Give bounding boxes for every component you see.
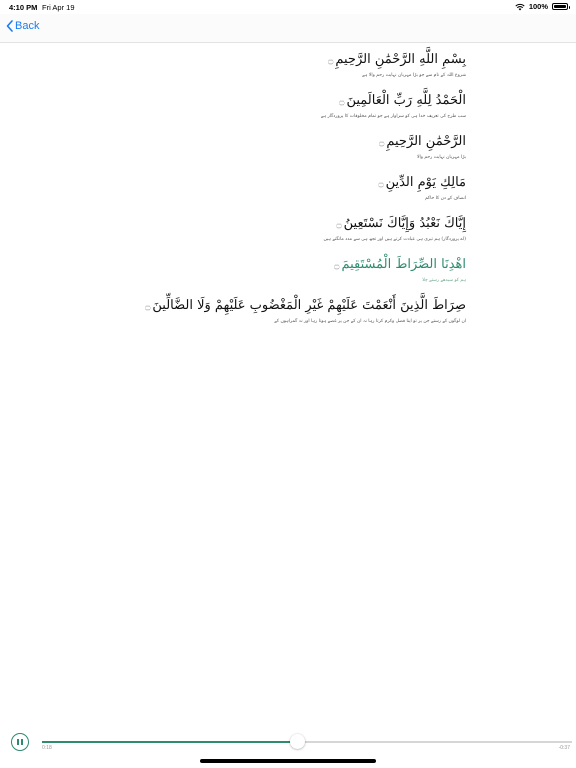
verse-arabic: مَالِكِ يَوْمِ الدِّينِ۝ (26, 173, 466, 194)
nav-bar: Back (0, 14, 576, 43)
time-elapsed: 0:18 (42, 745, 52, 751)
battery-percent: 100% (528, 2, 548, 11)
verse-item[interactable]: إِيَّاكَ نَعْبُدُ وَإِيَّاكَ نَسْتَعِينُ… (26, 214, 466, 243)
verse-item[interactable]: صِرَاطَ الَّذِينَ أَنْعَمْتَ عَلَيْهِمْ … (26, 296, 466, 325)
verse-translation: ان لوگوں کے رستے جن پر تو اپنا فضل وکرم … (274, 319, 466, 324)
progress-fill (42, 741, 298, 743)
verse-arabic-text: صِرَاطَ الَّذِينَ أَنْعَمْتَ عَلَيْهِمْ … (152, 298, 466, 313)
home-indicator (200, 759, 376, 763)
ayah-end-icon: ۝ (339, 97, 345, 107)
verse-arabic-text: مَالِكِ يَوْمِ الدِّينِ (385, 175, 466, 190)
verse-translation: (اے پروردگار) ہم تیری ہی عبادت کرتے ہیں … (323, 237, 466, 242)
verse-translation: سب طرح کی تعریف خدا ہی کو سزاوار ہے جو ت… (320, 114, 466, 119)
status-date: Fri Apr 19 (42, 3, 75, 12)
battery-icon (552, 3, 570, 10)
ayah-end-icon: ۝ (328, 56, 334, 66)
status-time: 4:10 PM (9, 3, 38, 12)
ayah-end-icon: ۝ (336, 220, 342, 230)
verse-arabic: صِرَاطَ الَّذِينَ أَنْعَمْتَ عَلَيْهِمْ … (26, 296, 466, 317)
ayah-end-icon: ۝ (334, 261, 340, 271)
status-indicators: 100% (515, 2, 570, 11)
verse-item-active[interactable]: اهْدِنَا الصِّرَاطَ الْمُسْتَقِيمَ۝ ہم ک… (26, 255, 466, 284)
back-button[interactable]: Back (6, 20, 39, 32)
verse-arabic: الرَّحْمَٰنِ الرَّحِيمِ۝ (26, 132, 466, 153)
progress-slider[interactable] (42, 734, 572, 749)
verse-item[interactable]: الرَّحْمَٰنِ الرَّحِيمِ۝ بڑا مہربان نہای… (26, 132, 466, 161)
verse-translation: شروع اللہ کے نام سے جو بڑا مہربان نہایت … (362, 73, 466, 78)
verse-list: بِسْمِ اللَّهِ الرَّحْمَٰنِ الرَّحِيمِ۝ … (26, 50, 466, 337)
verse-arabic: اهْدِنَا الصِّرَاطَ الْمُسْتَقِيمَ۝ (26, 255, 466, 276)
progress-thumb[interactable] (290, 734, 306, 749)
pause-button[interactable] (11, 733, 29, 751)
verse-arabic-text: بِسْمِ اللَّهِ الرَّحْمَٰنِ الرَّحِيمِ (335, 52, 466, 67)
audio-player: 0:18 -0:37 (0, 728, 576, 758)
ayah-end-icon: ۝ (378, 179, 384, 189)
verse-arabic-text: الرَّحْمَٰنِ الرَّحِيمِ (386, 134, 466, 149)
verse-item[interactable]: بِسْمِ اللَّهِ الرَّحْمَٰنِ الرَّحِيمِ۝ … (26, 50, 466, 79)
verse-item[interactable]: مَالِكِ يَوْمِ الدِّينِ۝ انصاف کے دن کا … (26, 173, 466, 202)
verse-arabic: بِسْمِ اللَّهِ الرَّحْمَٰنِ الرَّحِيمِ۝ (26, 50, 466, 71)
verse-translation: ہم کو سیدھے رستے چلا (422, 278, 466, 283)
verse-arabic: الْحَمْدُ لِلَّهِ رَبِّ الْعَالَمِينَ۝ (26, 91, 466, 112)
verse-arabic-text: إِيَّاكَ نَعْبُدُ وَإِيَّاكَ نَسْتَعِينُ (343, 216, 466, 231)
wifi-icon (515, 3, 525, 11)
verse-translation: انصاف کے دن کا حاکم (424, 196, 466, 201)
chevron-left-icon (6, 20, 13, 32)
time-remaining: -0:37 (558, 745, 570, 751)
verse-arabic-text: اهْدِنَا الصِّرَاطَ الْمُسْتَقِيمَ (341, 257, 466, 272)
verse-arabic: إِيَّاكَ نَعْبُدُ وَإِيَّاكَ نَسْتَعِينُ… (26, 214, 466, 235)
verse-item[interactable]: الْحَمْدُ لِلَّهِ رَبِّ الْعَالَمِينَ۝ س… (26, 91, 466, 120)
back-label: Back (15, 20, 40, 32)
status-bar: 4:10 PM Fri Apr 19 100% (0, 0, 576, 14)
verse-translation: بڑا مہربان نہایت رحم والا (416, 155, 466, 160)
ayah-end-icon: ۝ (379, 138, 385, 148)
verse-arabic-text: الْحَمْدُ لِلَّهِ رَبِّ الْعَالَمِينَ (346, 93, 466, 108)
ayah-end-icon: ۝ (145, 302, 151, 312)
